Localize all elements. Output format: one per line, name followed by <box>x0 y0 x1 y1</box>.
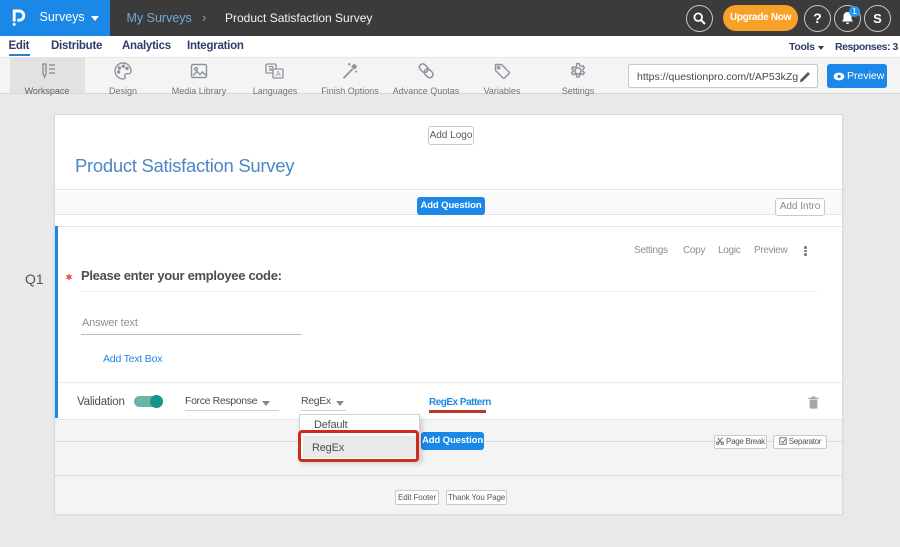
svg-text:A: A <box>276 69 281 78</box>
